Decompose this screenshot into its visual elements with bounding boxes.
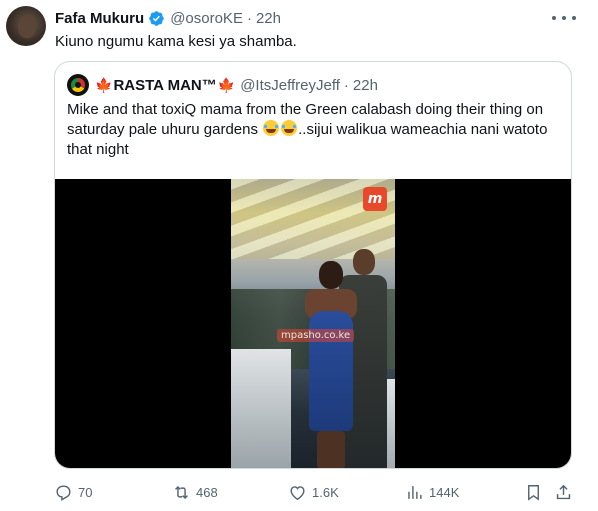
laughing-emoji-icon: [281, 120, 298, 136]
quoted-tweet-text: Mike and that toxiQ mama from the Green …: [67, 100, 563, 160]
separator-dot: ·: [343, 76, 349, 94]
quoted-tweet[interactable]: 🍁 RASTA MAN™ 🍁 @ItsJeffreyJeff · 22h Mik…: [54, 61, 572, 469]
views-button[interactable]: 144K: [405, 480, 459, 504]
heart-icon: [290, 485, 305, 500]
maple-leaf-icon: 🍁: [95, 76, 113, 93]
like-button[interactable]: 1.6K: [288, 480, 339, 504]
separator-dot: ·: [246, 9, 252, 27]
verified-badge-icon: [149, 10, 164, 26]
share-icon: [556, 484, 571, 499]
reply-button[interactable]: 70: [54, 480, 92, 504]
retweet-count: 468: [196, 484, 218, 500]
tweet-header: Fafa Mukuru @osoroKE · 22h: [55, 8, 281, 28]
more-options-icon[interactable]: [552, 8, 576, 28]
quoted-author-avatar: [67, 74, 89, 96]
quoted-author-name: RASTA MAN™: [113, 76, 217, 94]
laughing-emoji-icon: [263, 120, 280, 136]
views-count: 144K: [429, 484, 460, 500]
tweet-text: Kiuno ngumu kama kesi ya shamba.: [55, 33, 297, 50]
video-player[interactable]: m mpasho.co.ke: [55, 179, 571, 468]
author-handle[interactable]: @osoroKE: [170, 10, 243, 27]
author-name[interactable]: Fafa Mukuru: [55, 10, 144, 27]
table-left: [231, 349, 291, 468]
tweet-time[interactable]: 22h: [256, 10, 281, 27]
views-chart-icon: [408, 485, 422, 499]
maple-leaf-icon: 🍁: [217, 76, 236, 93]
retweet-button[interactable]: 468: [172, 480, 218, 504]
share-button[interactable]: [554, 480, 578, 504]
reply-count: 70: [78, 484, 93, 500]
bookmark-icon: [528, 484, 539, 501]
tweet-actions-bar: 70 468 1.6K 144K: [54, 480, 574, 504]
tweet-card[interactable]: Fafa Mukuru @osoroKE · 22h Kiuno ngumu k…: [0, 0, 598, 511]
quoted-tweet-time: 22h: [352, 76, 378, 94]
bookmark-button[interactable]: [524, 480, 548, 504]
reply-icon: [56, 484, 71, 501]
retweet-icon: [175, 485, 188, 499]
video-frame[interactable]: m mpasho.co.ke: [231, 179, 395, 468]
mpasho-logo-icon: m: [363, 187, 387, 211]
author-avatar[interactable]: [6, 6, 46, 46]
quoted-tweet-header: 🍁 RASTA MAN™ 🍁 @ItsJeffreyJeff · 22h: [67, 74, 378, 96]
video-watermark: mpasho.co.ke: [277, 329, 355, 342]
like-count: 1.6K: [312, 484, 339, 500]
quoted-author-handle: @ItsJeffreyJeff: [240, 76, 340, 94]
woman-figure: [301, 261, 361, 468]
